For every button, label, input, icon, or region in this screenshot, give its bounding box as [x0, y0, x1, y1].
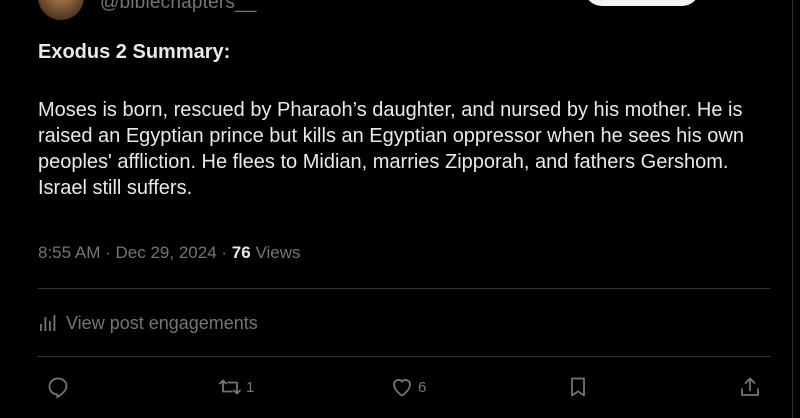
divider	[38, 356, 770, 357]
heart-icon	[393, 379, 411, 397]
like-count: 6	[418, 378, 427, 396]
views-label: Views	[255, 243, 301, 262]
bar-chart-icon	[40, 315, 56, 331]
views-count: 76	[231, 243, 251, 262]
repost-button[interactable]: 1	[218, 372, 254, 402]
share-button[interactable]	[738, 372, 762, 402]
divider	[38, 288, 770, 289]
post-time[interactable]: 8:55 AM	[38, 243, 100, 262]
like-button[interactable]: 6	[390, 372, 426, 402]
meta-separator: ·	[105, 243, 111, 262]
post-detail: @biblechapters__ Exodus 2 Summary: Moses…	[0, 0, 793, 418]
bookmark-button[interactable]	[566, 372, 590, 402]
avatar[interactable]	[38, 0, 84, 20]
reply-button[interactable]	[46, 372, 70, 402]
view-engagements-link[interactable]: View post engagements	[38, 310, 258, 336]
repost-icon	[219, 379, 241, 395]
post-meta: 8:55 AM · Dec 29, 2024 · 76 Views	[38, 243, 301, 263]
reply-icon	[48, 377, 68, 399]
post-date[interactable]: Dec 29, 2024	[116, 243, 217, 262]
view-engagements-label: View post engagements	[66, 312, 258, 333]
action-bar: 1 6	[0, 372, 800, 402]
author-handle[interactable]: @biblechapters__	[100, 0, 257, 14]
follow-button[interactable]	[584, 0, 700, 6]
bookmark-icon	[571, 377, 585, 397]
repost-count: 1	[246, 378, 255, 396]
post-body: Moses is born, rescued by Pharaoh’s daug…	[38, 99, 744, 199]
post-title: Exodus 2 Summary:	[38, 41, 231, 63]
meta-separator: ·	[221, 243, 228, 262]
share-icon	[741, 377, 759, 396]
